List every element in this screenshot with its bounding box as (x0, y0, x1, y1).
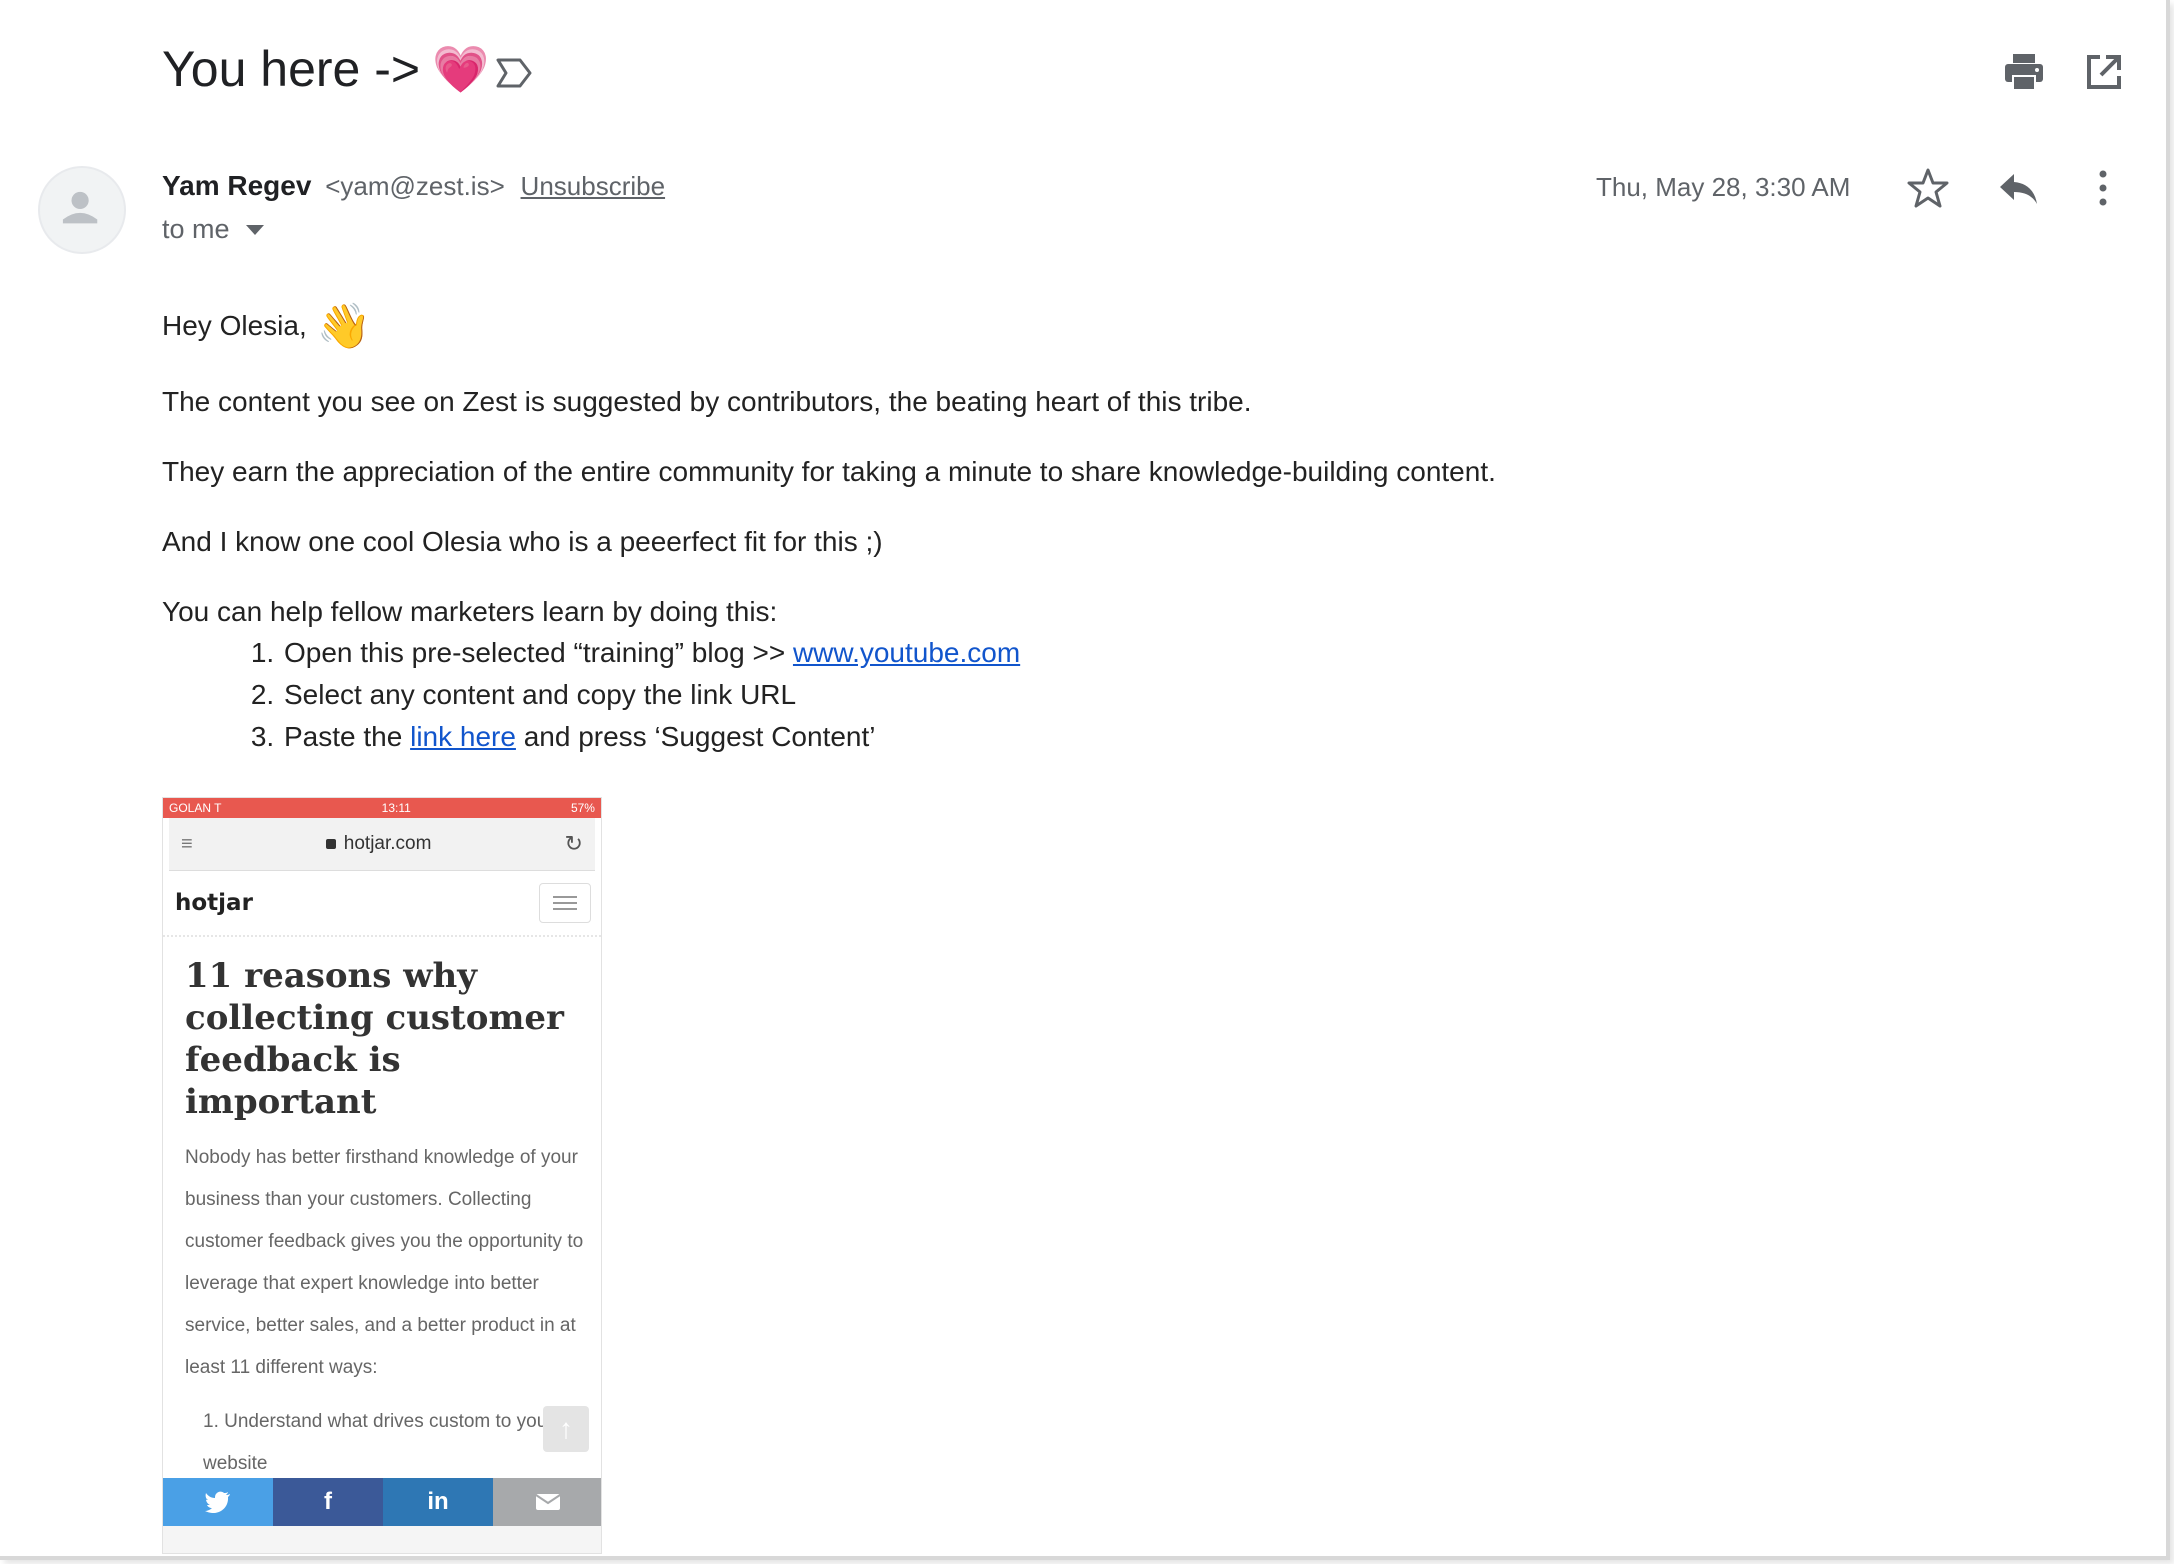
reload-icon: ↻ (564, 831, 583, 856)
step-item: Select any content and copy the link URL (282, 674, 1020, 716)
sender-email: <yam@zest.is> (325, 171, 505, 201)
greeting: Hey Olesia, 👋 (162, 300, 372, 352)
email-share-icon (493, 1478, 601, 1526)
twitter-icon (163, 1478, 273, 1526)
email-subject: You here -> 💗 (162, 40, 489, 98)
recipient-details-toggle[interactable]: to me (162, 214, 264, 245)
email-date: Thu, May 28, 3:30 AM (1596, 172, 1851, 202)
step-3-text-after: and press ‘Suggest Content’ (515, 721, 876, 752)
url-display: hotjar.com (325, 833, 432, 855)
email-view: You here -> 💗 Yam Regev <yam@zest.is> Un… (0, 0, 2170, 1560)
sender-avatar[interactable] (38, 166, 126, 254)
youtube-link[interactable]: www.youtube.com (793, 637, 1020, 668)
site-logo: hotjar (175, 890, 253, 916)
link-here[interactable]: link here (410, 721, 516, 752)
url-text: hotjar.com (343, 833, 432, 854)
site-header: hotjar (163, 871, 601, 937)
steps-list: Open this pre-selected “training” blog >… (222, 632, 1020, 758)
hamburger-menu-icon (539, 883, 591, 923)
subject-text: You here -> (162, 41, 421, 97)
step-3-text-before: Paste the (284, 721, 411, 752)
body-paragraph-1: The content you see on Zest is suggested… (162, 386, 1252, 417)
print-icon[interactable] (2003, 52, 2045, 92)
step-1-text: Open this pre-selected “training” blog >… (284, 637, 793, 668)
label-icon[interactable] (494, 56, 534, 90)
wave-emoji: 👋 (316, 302, 372, 351)
body-paragraph-4: You can help fellow marketers learn by d… (162, 596, 778, 627)
scroll-top-arrow-icon: ↑ (543, 1406, 589, 1452)
status-battery: 57% (570, 801, 595, 815)
step-item: Open this pre-selected “training” blog >… (282, 632, 1020, 674)
browser-url-bar: ≡ hotjar.com ↻ (169, 818, 595, 871)
browser-toolbar (163, 1526, 601, 1553)
embedded-screenshot[interactable]: GOLAN T 13:11 57% ≡ hotjar.com ↻ hotjar … (162, 797, 602, 1554)
sender-name[interactable]: Yam Regev (162, 170, 311, 201)
reply-icon[interactable] (1996, 170, 2040, 208)
article-title: 11 reasons why collecting customer feedb… (185, 956, 564, 1122)
recipient-text: to me (162, 214, 230, 244)
open-in-new-window-icon[interactable] (2084, 52, 2124, 92)
facebook-icon: f (273, 1478, 383, 1526)
article-paragraph: Nobody has better firsthand knowledge of… (185, 1147, 584, 1378)
sender-line: Yam Regev <yam@zest.is> Unsubscribe (162, 170, 665, 202)
share-bar: f in (163, 1478, 601, 1526)
step-2-text: Select any content and copy the link URL (284, 679, 797, 710)
heart-emoji: 💗 (432, 42, 490, 95)
linkedin-icon: in (383, 1478, 493, 1526)
lock-icon (325, 839, 336, 849)
star-icon[interactable] (1906, 166, 1950, 210)
avatar-placeholder-icon (62, 191, 98, 224)
article-list-item: 1. Understand what drives custom to your… (203, 1411, 554, 1474)
more-vertical-icon[interactable] (2088, 168, 2118, 208)
step-item: Paste the link here and press ‘Suggest C… (282, 716, 1020, 758)
phone-status-bar: GOLAN T 13:11 57% (163, 798, 601, 818)
body-paragraph-2: They earn the appreciation of the entire… (162, 456, 1496, 487)
status-time: 13:11 (381, 801, 411, 815)
unsubscribe-link[interactable]: Unsubscribe (521, 171, 666, 201)
greeting-text: Hey Olesia, (162, 310, 307, 341)
body-paragraph-3: And I know one cool Olesia who is a peee… (162, 526, 883, 557)
menu-lines-icon: ≡ (181, 832, 193, 855)
status-carrier: GOLAN T (169, 801, 222, 815)
chevron-down-icon (245, 224, 264, 235)
